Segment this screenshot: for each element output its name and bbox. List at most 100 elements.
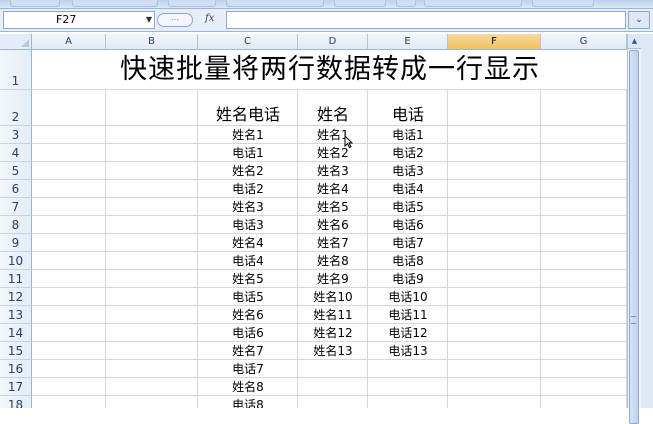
cell[interactable] bbox=[32, 162, 106, 180]
cell[interactable] bbox=[106, 126, 198, 144]
cell[interactable] bbox=[32, 216, 106, 234]
vertical-scrollbar[interactable]: ▲ bbox=[627, 34, 641, 424]
cell[interactable] bbox=[32, 90, 106, 126]
column-header-c[interactable]: C bbox=[198, 34, 298, 50]
cell[interactable] bbox=[106, 360, 198, 378]
ribbon-tab[interactable] bbox=[72, 0, 158, 7]
cell[interactable] bbox=[32, 378, 106, 396]
ribbon-tab[interactable] bbox=[424, 0, 522, 7]
cell[interactable] bbox=[32, 252, 106, 270]
cell[interactable] bbox=[298, 360, 368, 378]
cell[interactable] bbox=[32, 306, 106, 324]
cell[interactable] bbox=[541, 396, 627, 408]
cell[interactable] bbox=[32, 270, 106, 288]
cell[interactable] bbox=[541, 126, 627, 144]
cell[interactable] bbox=[106, 306, 198, 324]
cell[interactable] bbox=[448, 162, 541, 180]
cell[interactable] bbox=[368, 378, 448, 396]
row-header-13[interactable]: 13 bbox=[0, 306, 32, 324]
cell[interactable] bbox=[106, 144, 198, 162]
row-header-17[interactable]: 17 bbox=[0, 378, 32, 396]
cell[interactable] bbox=[106, 396, 198, 408]
cell[interactable] bbox=[448, 306, 541, 324]
cell[interactable] bbox=[32, 324, 106, 342]
cell[interactable] bbox=[32, 144, 106, 162]
cell[interactable] bbox=[368, 360, 448, 378]
cell[interactable] bbox=[106, 90, 198, 126]
column-header-d[interactable]: D bbox=[298, 34, 368, 50]
cell[interactable] bbox=[32, 234, 106, 252]
cell[interactable] bbox=[541, 216, 627, 234]
row-header-11[interactable]: 11 bbox=[0, 270, 32, 288]
cell[interactable] bbox=[448, 270, 541, 288]
spreadsheet-grid[interactable]: A B C D E F G 1 2 3 4 5 6 7 8 9 10 11 12 13 14 15 16 17 18 快速批量将两… bbox=[0, 34, 627, 408]
cell[interactable] bbox=[541, 252, 627, 270]
row-header-9[interactable]: 9 bbox=[0, 234, 32, 252]
scrollbar-thumb[interactable] bbox=[629, 50, 639, 424]
cell[interactable] bbox=[106, 378, 198, 396]
cell[interactable] bbox=[448, 252, 541, 270]
cell[interactable] bbox=[106, 324, 198, 342]
cell[interactable] bbox=[541, 90, 627, 126]
ribbon-tab[interactable] bbox=[532, 0, 594, 7]
row-header-1[interactable]: 1 bbox=[0, 50, 32, 90]
cell[interactable] bbox=[106, 270, 198, 288]
row-header-15[interactable]: 15 bbox=[0, 342, 32, 360]
cell[interactable] bbox=[448, 288, 541, 306]
column-header-b[interactable]: B bbox=[106, 34, 198, 50]
formula-input[interactable] bbox=[226, 11, 626, 29]
cell[interactable] bbox=[106, 216, 198, 234]
cell[interactable] bbox=[448, 324, 541, 342]
ribbon-tab[interactable] bbox=[168, 0, 216, 7]
cell[interactable] bbox=[448, 378, 541, 396]
row-header-5[interactable]: 5 bbox=[0, 162, 32, 180]
row-header-10[interactable]: 10 bbox=[0, 252, 32, 270]
row-header-14[interactable]: 14 bbox=[0, 324, 32, 342]
select-all-corner[interactable] bbox=[0, 34, 32, 50]
cell[interactable] bbox=[541, 324, 627, 342]
cell[interactable] bbox=[32, 288, 106, 306]
row-header-16[interactable]: 16 bbox=[0, 360, 32, 378]
cell[interactable] bbox=[541, 378, 627, 396]
cell[interactable] bbox=[448, 90, 541, 126]
cell[interactable] bbox=[106, 180, 198, 198]
cell[interactable] bbox=[541, 306, 627, 324]
cell[interactable] bbox=[448, 126, 541, 144]
row-header-2[interactable]: 2 bbox=[0, 90, 32, 126]
row-header-3[interactable]: 3 bbox=[0, 126, 32, 144]
row-header-6[interactable]: 6 bbox=[0, 180, 32, 198]
cell[interactable] bbox=[448, 180, 541, 198]
cell[interactable] bbox=[448, 144, 541, 162]
ribbon-tab[interactable] bbox=[396, 0, 416, 7]
cell[interactable] bbox=[541, 270, 627, 288]
cell[interactable] bbox=[106, 234, 198, 252]
cell[interactable] bbox=[541, 234, 627, 252]
cell[interactable] bbox=[32, 360, 106, 378]
cell[interactable] bbox=[32, 126, 106, 144]
cell[interactable] bbox=[106, 288, 198, 306]
cell[interactable] bbox=[32, 396, 106, 408]
cell[interactable] bbox=[106, 252, 198, 270]
cell[interactable] bbox=[448, 360, 541, 378]
cell[interactable] bbox=[106, 162, 198, 180]
cell[interactable] bbox=[106, 198, 198, 216]
cell[interactable] bbox=[32, 198, 106, 216]
row-header-8[interactable]: 8 bbox=[0, 216, 32, 234]
cell[interactable] bbox=[32, 180, 106, 198]
cell[interactable] bbox=[541, 144, 627, 162]
expand-formula-bar-button[interactable]: ⌄ bbox=[628, 11, 650, 29]
ribbon-tab[interactable] bbox=[226, 0, 324, 7]
cell[interactable] bbox=[298, 396, 368, 408]
cell[interactable] bbox=[541, 342, 627, 360]
column-header-e[interactable]: E bbox=[368, 34, 448, 50]
row-header-12[interactable]: 12 bbox=[0, 288, 32, 306]
ribbon-tab[interactable] bbox=[10, 0, 60, 7]
cell[interactable] bbox=[541, 288, 627, 306]
insert-function-button[interactable]: fx bbox=[205, 12, 221, 26]
name-box[interactable]: F27 ▼ bbox=[3, 11, 155, 29]
cell[interactable] bbox=[541, 360, 627, 378]
row-header-18[interactable]: 18 bbox=[0, 396, 32, 408]
column-header-f[interactable]: F bbox=[448, 34, 541, 50]
formula-controls[interactable]: ⋯ bbox=[157, 13, 193, 27]
cell[interactable] bbox=[541, 198, 627, 216]
